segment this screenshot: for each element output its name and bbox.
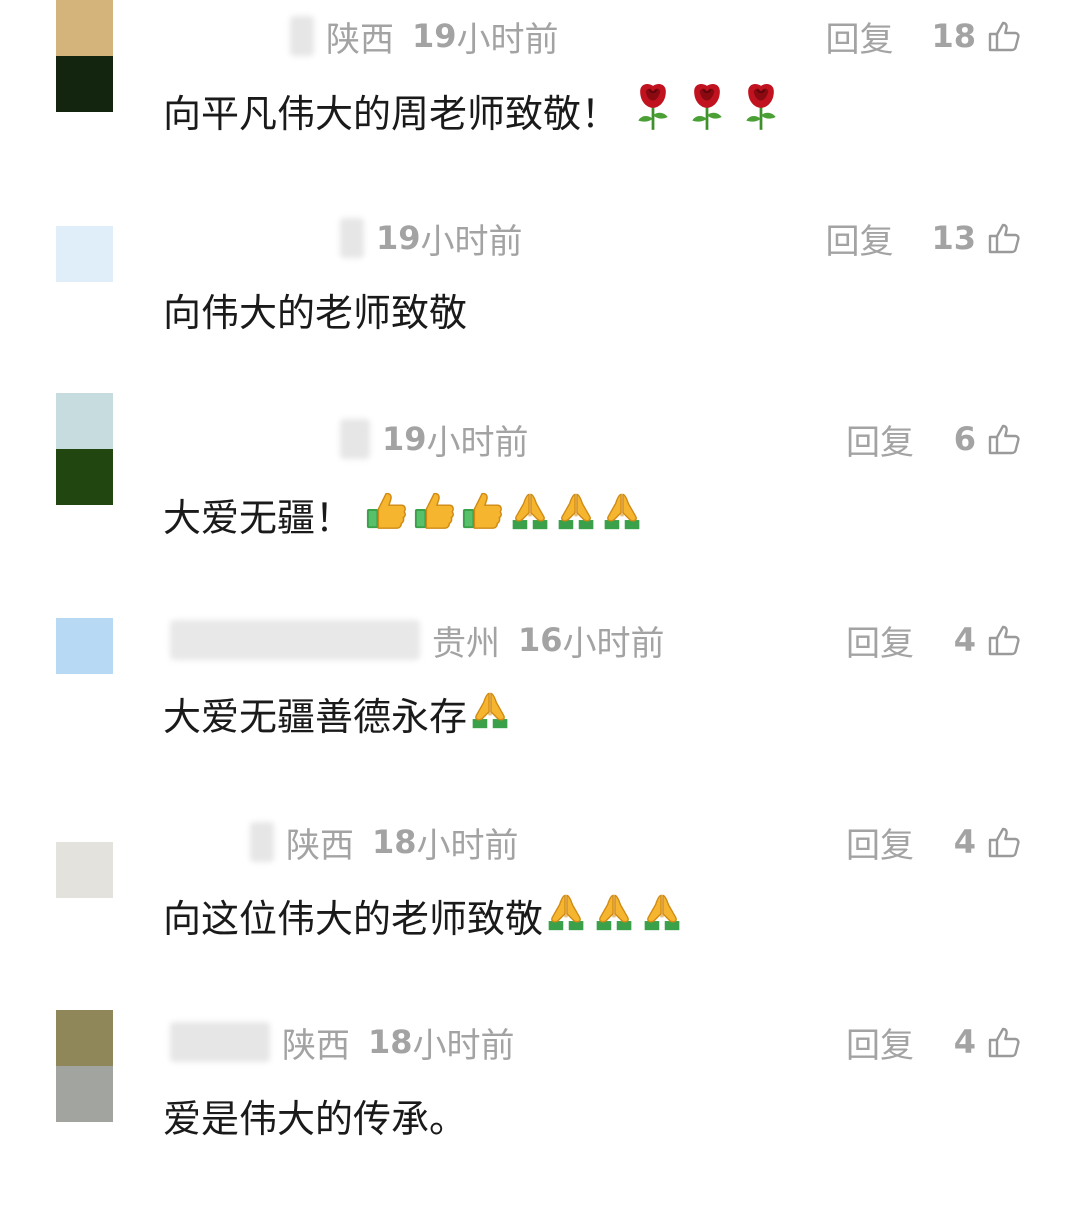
time-number: 16 bbox=[518, 621, 563, 659]
like-thumb-icon[interactable] bbox=[986, 220, 1022, 256]
praying-hands-icon bbox=[509, 489, 551, 540]
praying-hands-icon bbox=[469, 688, 511, 739]
emoji-row bbox=[545, 890, 683, 941]
reply-button[interactable]: 回复 bbox=[846, 1018, 914, 1067]
comment-text-row: 向平凡伟大的周老师致敬！ bbox=[163, 80, 783, 141]
comment-text-row: 大爱无疆！ bbox=[163, 487, 643, 542]
like-thumb-icon[interactable] bbox=[986, 1024, 1022, 1060]
like-thumb-icon[interactable] bbox=[986, 824, 1022, 860]
time-unit: 小时前 bbox=[412, 1025, 515, 1066]
praying-hands-icon bbox=[601, 489, 643, 540]
avatar[interactable] bbox=[56, 226, 113, 282]
comment-meta: 陕西 18 小时前 bbox=[250, 820, 519, 866]
comment-meta: 陕西 19 小时前 bbox=[290, 14, 559, 60]
comment-text: 爱是伟大的传承。 bbox=[163, 1097, 468, 1141]
praying-hands-icon bbox=[555, 489, 597, 540]
like-thumb-icon[interactable] bbox=[986, 622, 1022, 658]
comment-meta: 19 小时前 bbox=[340, 216, 523, 262]
like-count: 4 bbox=[953, 621, 976, 659]
comment-item: 陕西 18 小时前 回复 4 爱是伟大的传承。 bbox=[0, 1010, 1080, 1210]
location-label: 陕西 bbox=[326, 19, 394, 60]
avatar[interactable] bbox=[56, 1010, 113, 1122]
avatar[interactable] bbox=[56, 0, 113, 112]
thumbs-up-icon bbox=[461, 488, 505, 541]
location-label: 贵州 bbox=[432, 623, 500, 664]
comment-actions: 回复 4 bbox=[846, 818, 1022, 867]
comment-actions: 回复 4 bbox=[846, 1018, 1022, 1067]
reply-button[interactable]: 回复 bbox=[846, 616, 914, 665]
comment-item: 陕西 18 小时前 回复 4 向这位伟大的老师致敬 bbox=[0, 796, 1080, 996]
comment-item: 陕西 19 小时前 回复 18 向平凡伟大的周老师致敬！ bbox=[0, 0, 1080, 200]
time-unit: 小时前 bbox=[426, 422, 529, 463]
praying-hands-icon bbox=[545, 890, 587, 941]
comment-meta: 陕西 18 小时前 bbox=[170, 1020, 515, 1066]
avatar[interactable] bbox=[56, 842, 113, 898]
comment-actions: 回复 13 bbox=[825, 214, 1022, 263]
time-unit: 小时前 bbox=[562, 623, 665, 664]
rose-icon bbox=[631, 80, 675, 141]
location-label: 陕西 bbox=[286, 825, 354, 866]
comment-meta: 贵州 16 小时前 bbox=[170, 618, 665, 664]
time-unit: 小时前 bbox=[456, 19, 559, 60]
time-number: 19 bbox=[382, 420, 427, 458]
time-unit: 小时前 bbox=[416, 825, 519, 866]
comment-actions: 回复 4 bbox=[846, 616, 1022, 665]
emoji-row bbox=[469, 688, 511, 739]
location-label: 陕西 bbox=[282, 1025, 350, 1066]
time-number: 19 bbox=[376, 219, 421, 257]
thumbs-up-icon bbox=[365, 488, 409, 541]
blurred-username bbox=[250, 822, 274, 862]
time-number: 18 bbox=[372, 823, 417, 861]
blurred-username bbox=[170, 620, 420, 660]
praying-hands-icon bbox=[641, 890, 683, 941]
blurred-username bbox=[290, 16, 314, 56]
reply-button[interactable]: 回复 bbox=[846, 818, 914, 867]
comment-text: 向平凡伟大的周老师致敬！ bbox=[163, 92, 620, 136]
time-number: 18 bbox=[368, 1023, 413, 1061]
comment-actions: 回复 6 bbox=[846, 415, 1022, 464]
reply-button[interactable]: 回复 bbox=[825, 214, 893, 263]
comment-item: 19 小时前 回复 13 向伟大的老师致敬 bbox=[0, 202, 1080, 402]
comment-meta: 19 小时前 bbox=[340, 417, 529, 463]
comment-text-row: 爱是伟大的传承。 bbox=[163, 1088, 467, 1143]
comment-text: 向伟大的老师致敬 bbox=[163, 291, 468, 335]
blurred-username bbox=[340, 419, 370, 459]
thumbs-up-icon bbox=[413, 488, 457, 541]
rose-icon bbox=[739, 80, 783, 141]
like-count: 13 bbox=[931, 219, 976, 257]
like-count: 18 bbox=[931, 17, 976, 55]
comment-text-row: 向这位伟大的老师致敬 bbox=[163, 888, 683, 943]
comment-text-row: 向伟大的老师致敬 bbox=[163, 282, 467, 337]
blurred-username bbox=[170, 1022, 270, 1062]
emoji-row bbox=[365, 488, 643, 541]
comment-text: 向这位伟大的老师致敬 bbox=[163, 897, 544, 941]
time-number: 19 bbox=[412, 17, 457, 55]
reply-button[interactable]: 回复 bbox=[825, 12, 893, 61]
comment-text: 大爱无疆善德永存 bbox=[163, 695, 468, 739]
like-count: 4 bbox=[953, 1023, 976, 1061]
comment-actions: 回复 18 bbox=[825, 12, 1022, 61]
blurred-username bbox=[340, 218, 364, 258]
like-thumb-icon[interactable] bbox=[986, 18, 1022, 54]
avatar[interactable] bbox=[56, 618, 113, 674]
rose-icon bbox=[685, 80, 729, 141]
emoji-row bbox=[631, 80, 783, 141]
like-count: 6 bbox=[953, 420, 976, 458]
praying-hands-icon bbox=[593, 890, 635, 941]
comment-item: 贵州 16 小时前 回复 4 大爱无疆善德永存 bbox=[0, 594, 1080, 794]
comment-text-row: 大爱无疆善德永存 bbox=[163, 686, 511, 741]
time-unit: 小时前 bbox=[420, 221, 523, 262]
reply-button[interactable]: 回复 bbox=[846, 415, 914, 464]
like-count: 4 bbox=[953, 823, 976, 861]
like-thumb-icon[interactable] bbox=[986, 421, 1022, 457]
avatar[interactable] bbox=[56, 393, 113, 505]
comment-item: 19 小时前 回复 6 大爱无疆！ bbox=[0, 393, 1080, 593]
comment-text: 大爱无疆！ bbox=[163, 496, 354, 540]
